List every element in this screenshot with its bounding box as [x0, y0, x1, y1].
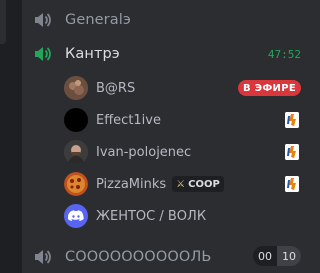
avatar	[64, 76, 88, 100]
sword-icon: ⚔	[176, 178, 186, 190]
speaker-icon	[34, 11, 56, 29]
server-selection-pill	[0, 0, 6, 44]
live-badge: В ЭФИРЕ	[238, 80, 301, 96]
avatar	[64, 140, 88, 164]
voice-user-effect1ive[interactable]: Effect1ive	[64, 106, 305, 134]
user-count: 00	[258, 249, 272, 263]
channel-name: СООООООООООЛЬ	[65, 249, 212, 265]
speaker-icon	[34, 248, 56, 266]
voice-channel-kantre[interactable]: Кантрэ 47:52	[34, 41, 305, 67]
tag-label: COOP	[188, 178, 220, 190]
channel-timer: 47:52	[267, 47, 301, 61]
avatar	[64, 108, 88, 132]
speaker-active-icon	[34, 45, 56, 63]
username: Effect1ive	[96, 112, 161, 128]
voice-channel-cool[interactable]: СООООООООООЛЬ 00 10	[34, 244, 305, 270]
channel-name: Generalэ	[65, 12, 131, 28]
username: ЖЕНТОС / ВОЛК	[96, 208, 207, 224]
user-limit: 10	[277, 246, 301, 266]
channel-name: Кантрэ	[65, 46, 120, 62]
server-tag: ⚔ COOP	[172, 176, 224, 192]
game-icon	[285, 176, 299, 192]
game-icon	[285, 144, 299, 160]
username: B@RS	[96, 80, 136, 96]
discord-icon	[64, 204, 88, 228]
avatar	[64, 172, 88, 196]
username: Ivan-polojenec	[96, 144, 192, 160]
game-icon	[285, 112, 299, 128]
voice-channel-general[interactable]: Generalэ	[34, 7, 305, 33]
user-limit-counter: 00 10	[253, 246, 301, 266]
voice-user-pizzaminks[interactable]: PizzaMinks ⚔ COOP	[64, 170, 305, 198]
voice-user-bars[interactable]: B@RS В ЭФИРЕ	[64, 74, 305, 102]
voice-user-ivan-polojenec[interactable]: Ivan-polojenec	[64, 138, 305, 166]
username: PizzaMinks	[96, 176, 167, 192]
voice-user-zhentos-volk[interactable]: ЖЕНТОС / ВОЛК	[64, 202, 305, 230]
